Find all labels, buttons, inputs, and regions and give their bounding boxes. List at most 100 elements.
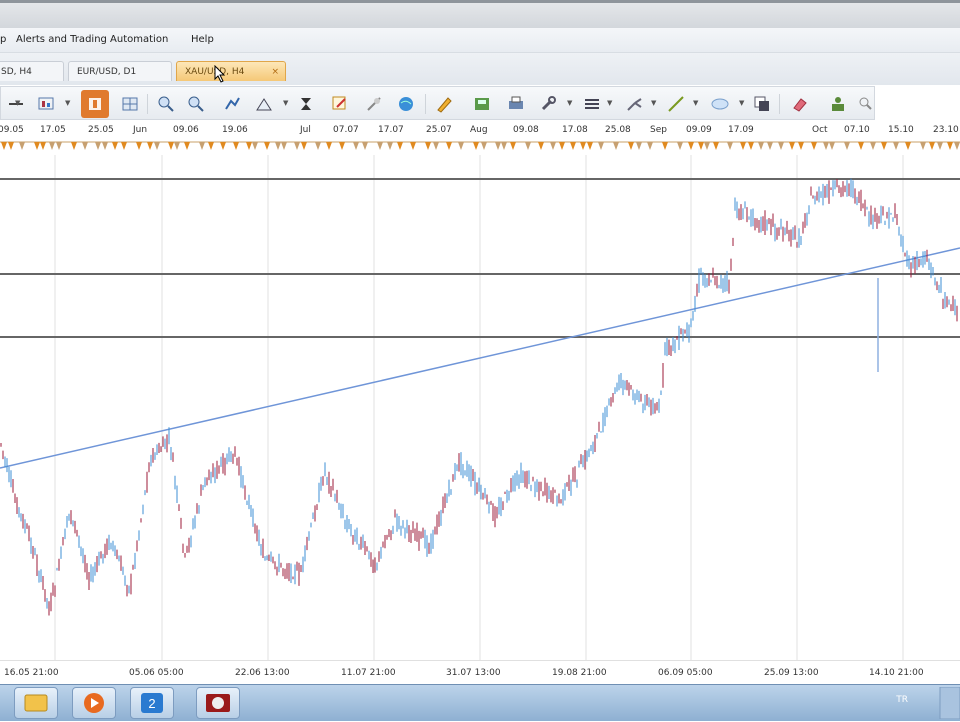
chevron-down-icon[interactable]: ▼ — [283, 99, 288, 107]
event-marker-icon[interactable] — [397, 142, 403, 150]
event-marker-icon[interactable] — [858, 142, 864, 150]
menu-item-partial[interactable]: p — [0, 34, 6, 45]
event-marker-icon[interactable] — [636, 142, 642, 150]
event-marker-icon[interactable] — [525, 142, 531, 150]
event-marker-icon[interactable] — [410, 142, 416, 150]
event-marker-icon[interactable] — [789, 142, 795, 150]
event-marker-icon[interactable] — [82, 142, 88, 150]
event-marker-icon[interactable] — [947, 142, 953, 150]
event-marker-icon[interactable] — [301, 142, 307, 150]
event-marker-icon[interactable] — [559, 142, 565, 150]
save-icon[interactable] — [473, 95, 491, 113]
chevron-down-icon[interactable]: ▼ — [739, 99, 744, 107]
economic-events-strip[interactable] — [0, 141, 960, 153]
event-marker-icon[interactable] — [823, 142, 829, 150]
event-marker-icon[interactable] — [446, 142, 452, 150]
event-marker-icon[interactable] — [387, 142, 393, 150]
event-marker-icon[interactable] — [538, 142, 544, 150]
pencil-icon[interactable] — [435, 95, 453, 113]
event-marker-icon[interactable] — [748, 142, 754, 150]
event-marker-icon[interactable] — [56, 142, 62, 150]
event-marker-icon[interactable] — [727, 142, 733, 150]
media-player-icon[interactable] — [72, 687, 116, 719]
event-marker-icon[interactable] — [40, 142, 46, 150]
event-marker-icon[interactable] — [362, 142, 368, 150]
event-marker-icon[interactable] — [71, 142, 77, 150]
chevron-down-icon[interactable]: ▼ — [651, 99, 656, 107]
event-marker-icon[interactable] — [264, 142, 270, 150]
event-marker-icon[interactable] — [844, 142, 850, 150]
event-marker-icon[interactable] — [433, 142, 439, 150]
candlestick-toggle-icon[interactable] — [81, 90, 109, 118]
event-marker-icon[interactable] — [252, 142, 258, 150]
app-icon[interactable]: 2 — [130, 687, 174, 719]
menu-item-alerts[interactable]: Alerts and Trading Automation — [16, 34, 168, 45]
event-marker-icon[interactable] — [758, 142, 764, 150]
event-marker-icon[interactable] — [315, 142, 321, 150]
event-marker-icon[interactable] — [220, 142, 226, 150]
grid-icon[interactable] — [121, 95, 139, 113]
chevron-down-icon[interactable]: ▼ — [607, 99, 612, 107]
event-marker-icon[interactable] — [713, 142, 719, 150]
eraser-icon[interactable] — [791, 95, 809, 113]
event-marker-icon[interactable] — [495, 142, 501, 150]
event-marker-icon[interactable] — [893, 142, 899, 150]
line-tool-icon[interactable] — [667, 95, 685, 113]
tab-xauusd-h4[interactable]: XAU/USD, H4 × — [176, 61, 286, 81]
event-marker-icon[interactable] — [34, 142, 40, 150]
event-marker-icon[interactable] — [281, 142, 287, 150]
event-marker-icon[interactable] — [778, 142, 784, 150]
event-marker-icon[interactable] — [275, 142, 281, 150]
event-marker-icon[interactable] — [154, 142, 160, 150]
event-marker-icon[interactable] — [598, 142, 604, 150]
event-marker-icon[interactable] — [326, 142, 332, 150]
price-chart[interactable] — [0, 155, 960, 660]
event-marker-icon[interactable] — [121, 142, 127, 150]
cursor-icon[interactable] — [297, 95, 315, 113]
event-marker-icon[interactable] — [811, 142, 817, 150]
wrench-icon[interactable] — [539, 95, 557, 113]
event-marker-icon[interactable] — [613, 142, 619, 150]
event-marker-icon[interactable] — [294, 142, 300, 150]
line-style-icon[interactable] — [255, 95, 273, 113]
fork-icon[interactable] — [625, 95, 643, 113]
tab-close-icon[interactable]: × — [271, 62, 279, 81]
bar-chart-icon[interactable] — [37, 95, 55, 113]
event-marker-icon[interactable] — [740, 142, 746, 150]
event-marker-icon[interactable] — [688, 142, 694, 150]
event-marker-icon[interactable] — [199, 142, 205, 150]
event-marker-icon[interactable] — [550, 142, 556, 150]
event-marker-icon[interactable] — [905, 142, 911, 150]
bar-style-icon[interactable] — [223, 95, 241, 113]
event-marker-icon[interactable] — [929, 142, 935, 150]
event-marker-icon[interactable] — [233, 142, 239, 150]
event-marker-icon[interactable] — [377, 142, 383, 150]
event-marker-icon[interactable] — [662, 142, 668, 150]
event-marker-icon[interactable] — [647, 142, 653, 150]
zoom-out-icon[interactable] — [187, 95, 205, 113]
crosshair-icon[interactable] — [365, 95, 383, 113]
chevron-down-icon[interactable]: ▼ — [65, 99, 70, 107]
event-marker-icon[interactable] — [698, 142, 704, 150]
print-icon[interactable] — [507, 95, 525, 113]
event-marker-icon[interactable] — [501, 142, 507, 150]
event-marker-icon[interactable] — [677, 142, 683, 150]
chevron-down-icon[interactable]: ▼ — [15, 99, 20, 107]
traders-icon[interactable] — [829, 95, 847, 113]
event-marker-icon[interactable] — [570, 142, 576, 150]
event-marker-icon[interactable] — [829, 142, 835, 150]
event-marker-icon[interactable] — [870, 142, 876, 150]
copy-icon[interactable] — [753, 95, 771, 113]
event-marker-icon[interactable] — [208, 142, 214, 150]
event-marker-icon[interactable] — [628, 142, 634, 150]
tab-eurusd-d1[interactable]: EUR/USD, D1 — [68, 61, 172, 81]
event-marker-icon[interactable] — [954, 142, 960, 150]
event-marker-icon[interactable] — [580, 142, 586, 150]
show-desktop-icon[interactable] — [938, 687, 960, 719]
search-icon[interactable] — [857, 95, 875, 113]
event-marker-icon[interactable] — [458, 142, 464, 150]
event-marker-icon[interactable] — [95, 142, 101, 150]
event-marker-icon[interactable] — [798, 142, 804, 150]
event-marker-icon[interactable] — [473, 142, 479, 150]
tab-chart-1[interactable]: SD, H4 — [0, 61, 64, 81]
